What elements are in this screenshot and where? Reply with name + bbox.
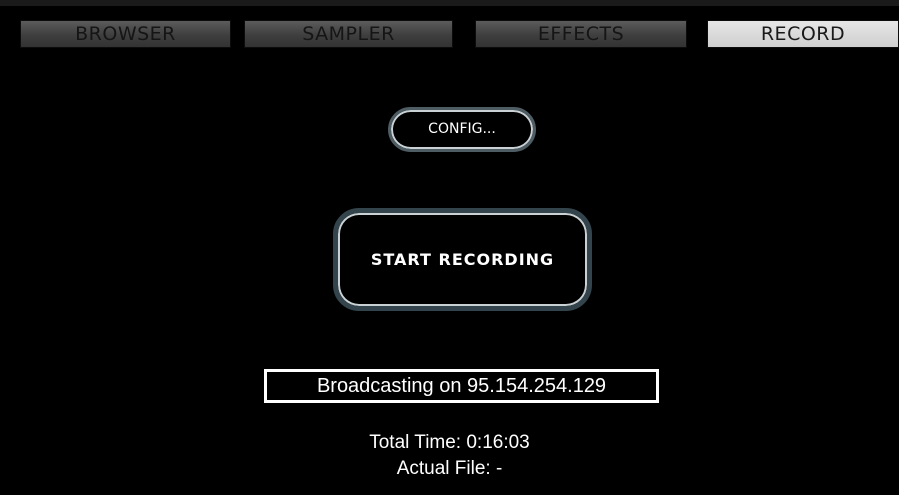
actual-file-label: Actual File: - [396, 458, 503, 479]
broadcast-status: Broadcasting on 95.154.254.129 [264, 369, 659, 403]
tab-sampler[interactable]: SAMPLER [244, 20, 453, 48]
tab-browser[interactable]: BROWSER [20, 20, 231, 48]
tab-bar: BROWSER SAMPLER EFFECTS RECORD [0, 6, 899, 48]
tab-record[interactable]: RECORD [707, 20, 899, 48]
start-recording-button[interactable]: START RECORDING [333, 208, 592, 311]
total-time-label: Total Time: 0:16:03 [369, 432, 530, 453]
config-button[interactable]: CONFIG... [388, 107, 536, 152]
tab-effects[interactable]: EFFECTS [475, 20, 687, 48]
